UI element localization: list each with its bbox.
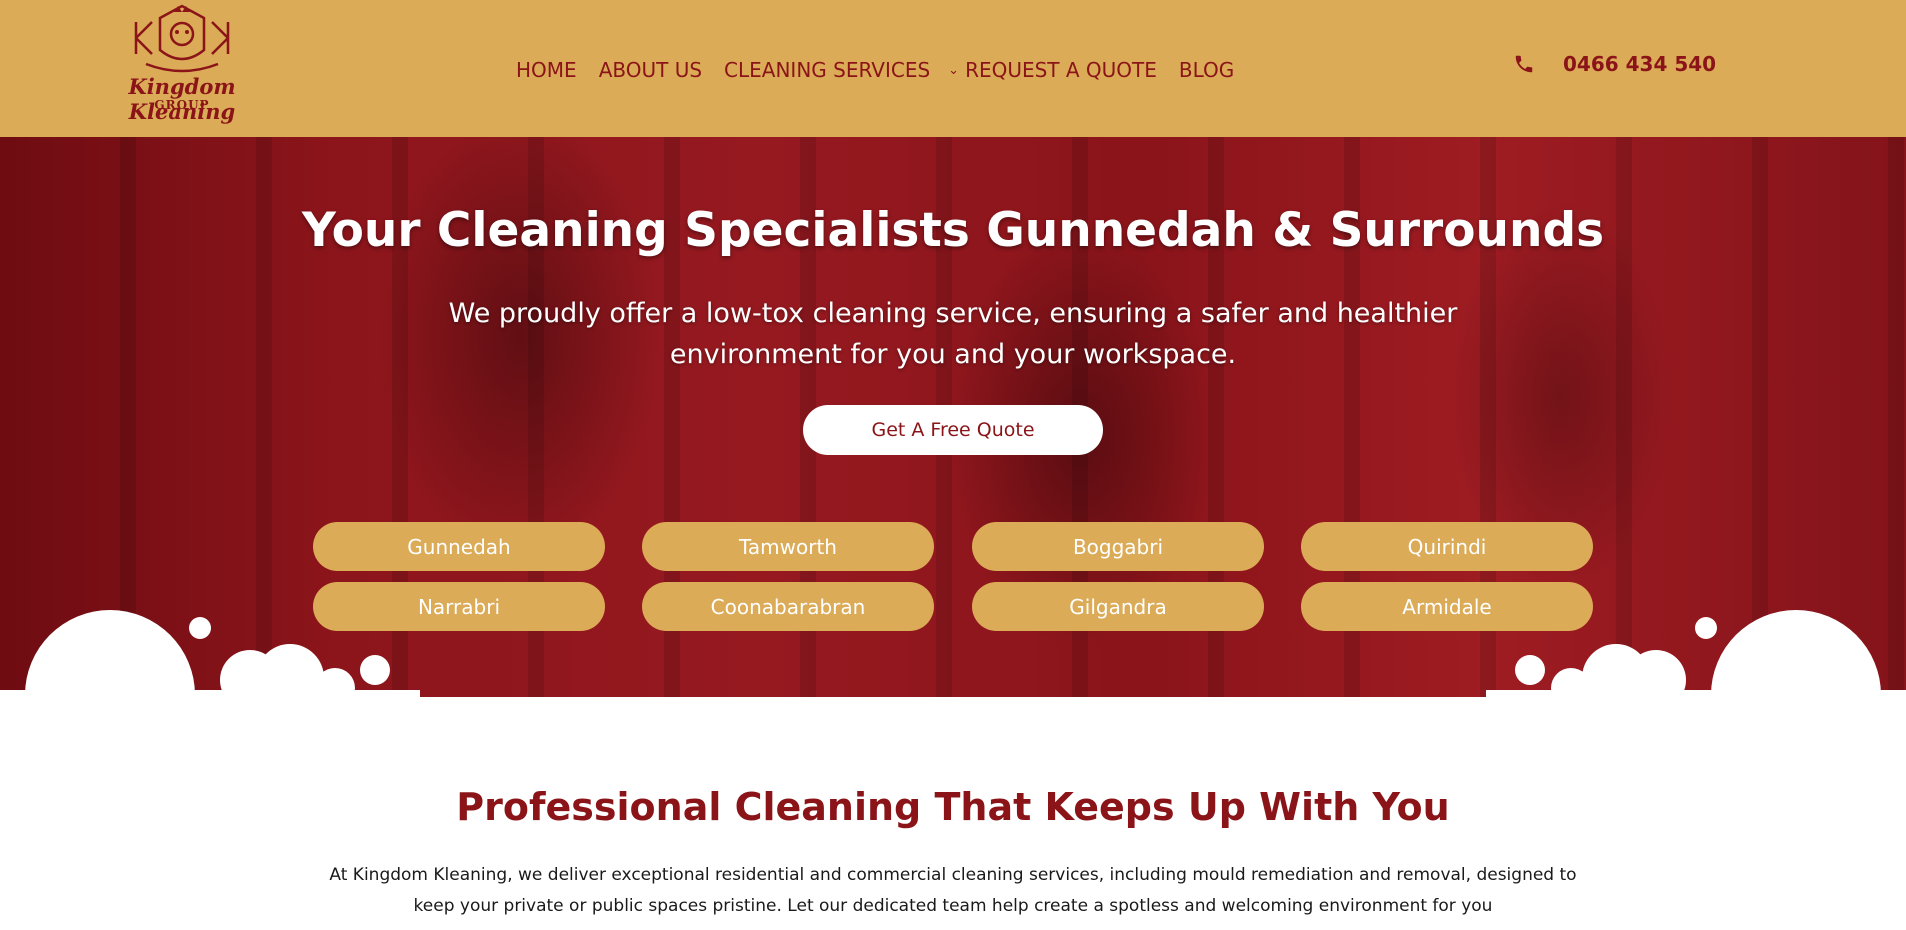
lion-crown-icon: [134, 4, 230, 73]
nav-blog[interactable]: BLOG: [1179, 58, 1234, 82]
hero-subtitle: We proudly offer a low-tox cleaning serv…: [448, 298, 1458, 370]
nav-request-a-quote[interactable]: REQUEST A QUOTE: [965, 58, 1157, 82]
location-button-gunnedah[interactable]: Gunnedah: [313, 522, 605, 571]
location-button-quirindi[interactable]: Quirindi: [1301, 522, 1593, 571]
main-nav: HOME ABOUT US CLEANING SERVICES ⌄ REQUES…: [516, 55, 1256, 85]
nav-about-us[interactable]: ABOUT US: [599, 58, 702, 82]
hero-title: Your Cleaning Specialists Gunnedah & Sur…: [301, 203, 1605, 258]
get-free-quote-button[interactable]: Get A Free Quote: [803, 405, 1103, 455]
phone-icon: [1515, 55, 1533, 73]
nav-home[interactable]: HOME: [516, 58, 577, 82]
section-body: At Kingdom Kleaning, we deliver exceptio…: [329, 865, 1577, 916]
section-title: Professional Cleaning That Keeps Up With…: [456, 785, 1450, 829]
location-button-tamworth[interactable]: Tamworth: [642, 522, 934, 571]
site-header: Kingdom Kleaning GROUP HOME ABOUT US CLE…: [0, 0, 1906, 137]
nav-cleaning-services[interactable]: CLEANING SERVICES ⌄: [724, 58, 965, 82]
location-button-boggabri[interactable]: Boggabri: [972, 522, 1264, 571]
nav-cleaning-services-label: CLEANING SERVICES: [724, 58, 931, 82]
chevron-down-icon[interactable]: ⌄: [948, 63, 959, 78]
phone-link[interactable]: 0466 434 540: [1513, 52, 1716, 76]
cloud-divider: [0, 610, 1906, 700]
brand-sub: GROUP: [154, 98, 210, 112]
brand-logo[interactable]: Kingdom Kleaning GROUP: [92, 0, 272, 124]
phone-number: 0466 434 540: [1563, 52, 1717, 76]
